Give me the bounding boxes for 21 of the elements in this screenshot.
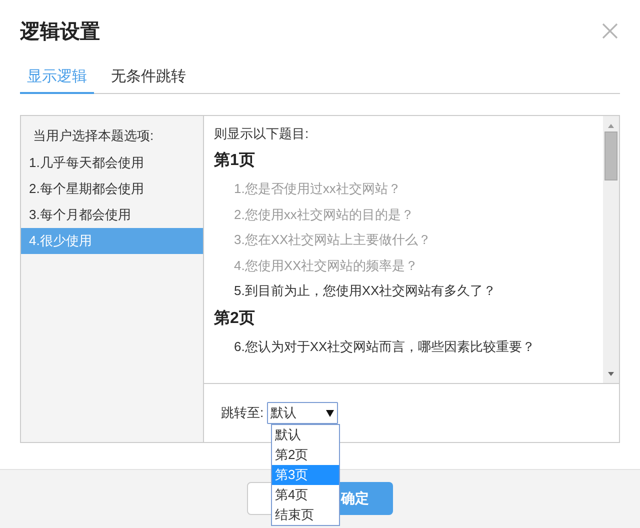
caret-icon: [326, 410, 334, 417]
panel-heading: 则显示以下题目:: [214, 125, 310, 143]
dialog-title: 逻辑设置: [20, 20, 100, 44]
panel-heading: 当用户选择本题选项:: [32, 127, 155, 145]
close-icon[interactable]: [602, 23, 618, 39]
dropdown-option[interactable]: 默认: [272, 425, 339, 446]
jump-label: 跳转至:: [221, 404, 264, 422]
question-item: 4.您使用XX社交网站的频率是？: [233, 256, 420, 274]
option-item[interactable]: 3.每个月都会使用: [21, 202, 203, 228]
dropdown-option[interactable]: 第2页: [272, 445, 339, 466]
tab[interactable]: 无条件跳转: [104, 67, 193, 94]
question-item: 6.您认为对于XX社交网站而言，哪些因素比较重要？: [233, 338, 536, 356]
page-title: 第2页: [214, 308, 256, 328]
jump-select[interactable]: 默认: [266, 402, 338, 424]
question-item: 1.您是否使用过xx社交网站？: [233, 180, 402, 198]
question-item: 3.您在XX社交网站上主要做什么？: [233, 231, 432, 249]
question-item: 2.您使用xx社交网站的目的是？: [233, 206, 415, 224]
option-item[interactable]: 2.每个星期都会使用: [21, 176, 203, 202]
question-item: 5.到目前为止，您使用XX社交网站有多久了？: [233, 282, 498, 300]
option-item[interactable]: 1.几乎每天都会使用: [21, 150, 203, 176]
page-title: 第1页: [214, 150, 256, 171]
